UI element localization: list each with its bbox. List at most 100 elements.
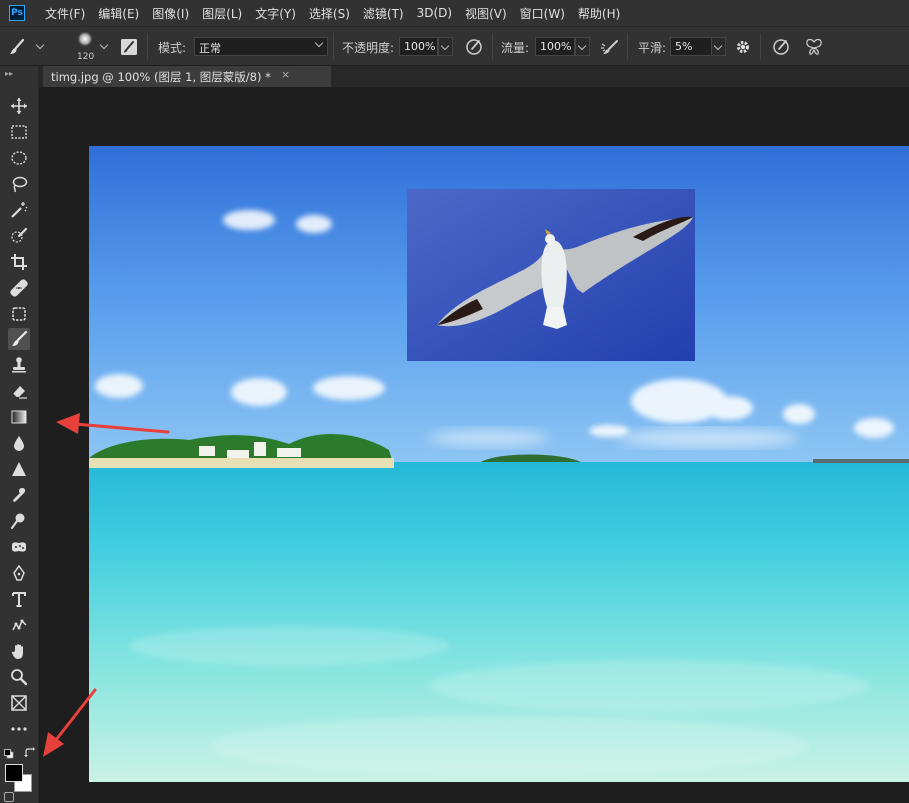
hand-tool[interactable] — [8, 640, 30, 662]
menu-select[interactable]: 选择(S) — [309, 5, 350, 22]
separator — [492, 33, 493, 60]
symmetry-butterfly-icon[interactable] — [803, 36, 825, 58]
pen-icon — [13, 564, 25, 581]
mode-value: 正常 — [199, 42, 221, 55]
photoshop-logo: Ps — [9, 5, 25, 21]
move-icon — [11, 98, 27, 114]
gradient-icon — [11, 410, 27, 424]
rect-marquee-icon — [11, 125, 27, 139]
menu-help[interactable]: 帮助(H) — [578, 5, 620, 22]
patch-icon — [12, 307, 26, 321]
frame-icon — [11, 695, 27, 711]
swap-colors-icon[interactable] — [23, 747, 35, 759]
type-tool[interactable] — [8, 588, 30, 610]
brush-icon — [12, 330, 28, 346]
ellipsis-icon — [11, 727, 27, 731]
dodge-tool[interactable] — [8, 510, 30, 532]
menu-edit[interactable]: 编辑(E) — [98, 5, 139, 22]
pen-tool[interactable] — [8, 562, 30, 584]
puppet-warp-icon — [12, 619, 27, 631]
sharpen-tool[interactable] — [8, 458, 30, 480]
airbrush-icon[interactable] — [599, 36, 621, 58]
puppet-warp-tool[interactable] — [8, 614, 30, 636]
pressure-opacity-icon[interactable] — [463, 36, 485, 58]
separator — [333, 33, 334, 60]
smoothing-label: 平滑: — [638, 41, 667, 55]
menu-bar: Ps 文件(F) 编辑(E) 图像(I) 图层(L) 文字(Y) 选择(S) 滤… — [0, 0, 909, 26]
clone-stamp-tool[interactable] — [8, 354, 30, 376]
gradient-tool[interactable] — [8, 406, 30, 428]
move-tool[interactable] — [8, 95, 30, 117]
ellipse-marquee-icon — [11, 151, 27, 165]
lasso-tool[interactable] — [8, 173, 30, 195]
brush-tool[interactable] — [8, 328, 30, 350]
magic-wand-icon — [11, 202, 28, 218]
brush-preset-dropdown[interactable] — [98, 37, 113, 56]
triangle-icon — [12, 462, 26, 476]
frame-tool[interactable] — [8, 692, 30, 714]
flow-input[interactable]: 100% — [535, 37, 575, 56]
menu-view[interactable]: 视图(V) — [465, 5, 507, 22]
stamp-icon — [12, 357, 26, 373]
eraser-tool[interactable] — [8, 380, 30, 402]
more-tools[interactable] — [8, 718, 30, 740]
lasso-icon — [12, 176, 28, 193]
menu-filter[interactable]: 滤镜(T) — [363, 5, 404, 22]
menu-window[interactable]: 窗口(W) — [520, 5, 565, 22]
menu-image[interactable]: 图像(I) — [152, 5, 189, 22]
menu-layer[interactable]: 图层(L) — [202, 5, 242, 22]
brush-tip-preview-icon[interactable] — [73, 29, 97, 53]
magnifier-icon — [11, 669, 28, 686]
quick-mask-icon[interactable] — [4, 792, 14, 802]
opacity-dropdown[interactable] — [438, 37, 453, 56]
flow-label: 流量: — [501, 41, 530, 55]
bandage-icon — [10, 279, 28, 297]
opacity-input[interactable]: 100% — [399, 37, 438, 56]
tools-panel: ▸▸ — [0, 66, 39, 803]
type-icon — [12, 592, 26, 607]
beach-photo — [89, 146, 909, 782]
document-tab-bar: timg.jpg @ 100% (图层 1, 图层蒙版/8) * × — [39, 66, 909, 87]
panel-collapse-icon[interactable]: ▸▸ — [5, 69, 13, 78]
water-drop-icon — [14, 436, 24, 451]
brush-preset-icon[interactable] — [6, 36, 28, 58]
healing-brush-tool[interactable] — [8, 277, 30, 299]
brush-size-value: 120 — [77, 52, 95, 62]
patch-tool[interactable] — [8, 303, 30, 325]
sponge-tool[interactable] — [8, 536, 30, 558]
crop-icon — [11, 254, 27, 270]
separator — [147, 33, 148, 60]
sponge-icon — [12, 542, 26, 552]
separator — [627, 33, 628, 60]
blur-tool[interactable] — [8, 432, 30, 454]
flow-dropdown[interactable] — [575, 37, 590, 56]
smudge-tool[interactable] — [8, 484, 30, 506]
dodge-icon — [11, 513, 25, 529]
menu-type[interactable]: 文字(Y) — [255, 5, 296, 22]
finger-icon — [13, 488, 26, 502]
document-tab-title: timg.jpg @ 100% (图层 1, 图层蒙版/8) * — [51, 69, 271, 84]
zoom-tool[interactable] — [8, 666, 30, 688]
magic-wand-tool[interactable] — [8, 199, 30, 221]
gear-icon[interactable] — [732, 36, 754, 58]
canvas-area[interactable] — [39, 87, 909, 803]
menu-file[interactable]: 文件(F) — [45, 5, 85, 22]
tool-preset-dropdown[interactable] — [34, 37, 49, 56]
smoothing-input[interactable]: 5% — [670, 37, 712, 56]
quick-selection-tool[interactable] — [8, 225, 30, 247]
pressure-size-icon[interactable] — [770, 36, 792, 58]
seagull-layer[interactable] — [407, 189, 695, 361]
document-tab[interactable]: timg.jpg @ 100% (图层 1, 图层蒙版/8) * × — [43, 66, 331, 87]
options-bar: 120 模式: 正常 不透明度: 100% 流量: 100% 平滑: 5% — [0, 26, 909, 66]
separator — [760, 33, 761, 60]
close-icon[interactable]: × — [281, 68, 290, 81]
foreground-color-swatch[interactable] — [5, 764, 23, 782]
menu-3d[interactable]: 3D(D) — [417, 6, 452, 20]
elliptical-marquee-tool[interactable] — [8, 147, 30, 169]
marquee-tool[interactable] — [8, 121, 30, 143]
brush-settings-panel-icon[interactable] — [118, 36, 140, 58]
smoothing-dropdown[interactable] — [711, 37, 726, 56]
default-colors-icon[interactable] — [4, 748, 15, 759]
mode-select[interactable]: 正常 — [194, 37, 328, 56]
crop-tool[interactable] — [8, 251, 30, 273]
